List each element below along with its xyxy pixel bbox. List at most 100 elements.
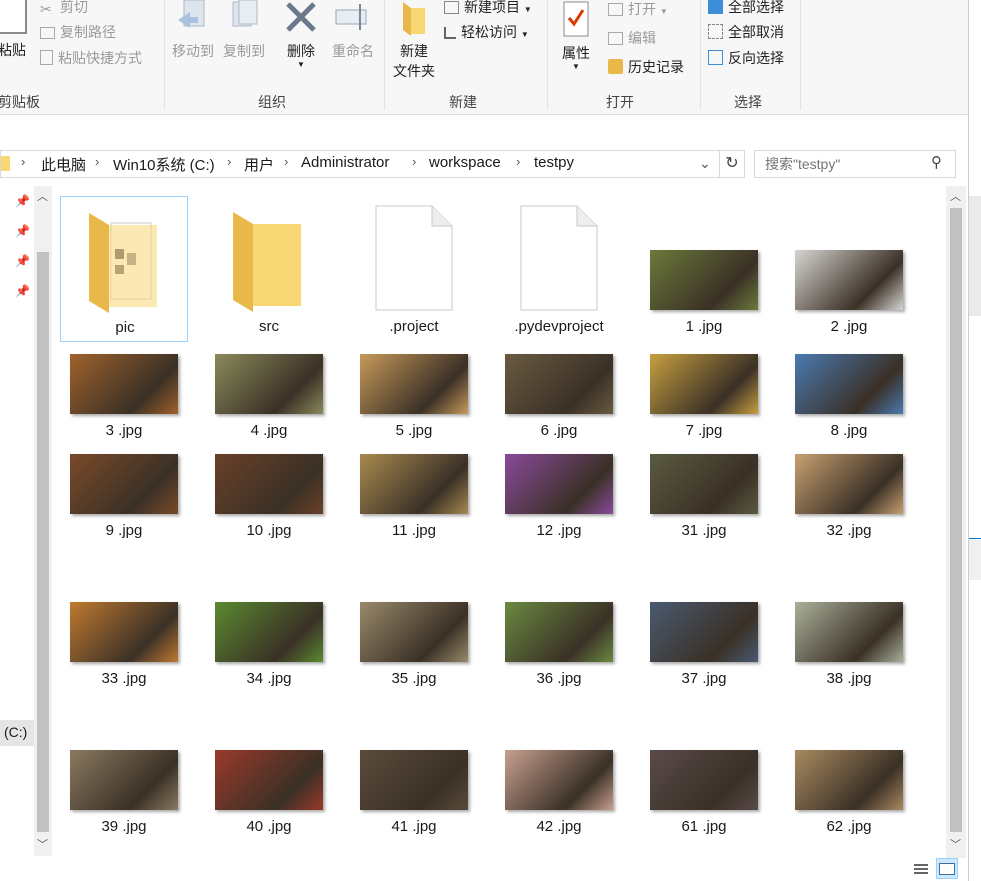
delete-button[interactable]: 删除 ▼ <box>282 0 320 69</box>
chevron-up-icon[interactable]: ︿ <box>950 188 961 204</box>
new-item-label: 新建项目 <box>464 0 520 15</box>
refresh-icon: ↻ <box>725 155 739 172</box>
file-item[interactable]: 41 .jpg <box>350 736 478 836</box>
open-label: 打开 <box>628 1 656 17</box>
folder-icon <box>1 156 10 171</box>
breadcrumb-drive[interactable]: Win10系统 (C:) <box>113 154 215 175</box>
new-folder-button[interactable]: 新建 文件夹 <box>390 0 438 81</box>
nav-scrollbar-thumb[interactable] <box>37 252 49 832</box>
file-item[interactable]: 4 .jpg <box>205 340 333 440</box>
file-item[interactable]: pic <box>60 196 188 342</box>
nav-scrollbar[interactable]: ︿ ﹀ <box>34 186 52 856</box>
move-to-label: 移动到 <box>172 43 214 59</box>
chevron-right-icon: › <box>284 154 289 169</box>
file-item[interactable]: 39 .jpg <box>60 736 188 836</box>
file-name: .project <box>389 318 439 335</box>
file-name: 5 .jpg <box>395 422 433 439</box>
file-item[interactable]: src <box>205 196 333 342</box>
invert-selection-label: 反向选择 <box>728 50 784 66</box>
breadcrumb-this-pc[interactable]: 此电脑 <box>41 154 86 175</box>
easy-access-button[interactable]: 轻松访问 ▼ <box>444 22 529 42</box>
file-name: 41 .jpg <box>391 818 437 835</box>
nav-item-drive[interactable]: (C:) <box>0 720 34 746</box>
document-icon <box>520 205 598 311</box>
file-name: 39 .jpg <box>101 818 147 835</box>
file-item[interactable]: 1 .jpg <box>640 196 768 342</box>
file-item[interactable]: 40 .jpg <box>205 736 333 836</box>
scrollbar-thumb[interactable] <box>950 208 962 832</box>
file-item[interactable]: 61 .jpg <box>640 736 768 836</box>
nav-item-drive-label: (C:) <box>4 724 28 740</box>
breadcrumb-administrator[interactable]: Administrator <box>301 154 389 171</box>
file-item[interactable]: 7 .jpg <box>640 340 768 440</box>
new-folder-label: 新建 <box>400 43 428 59</box>
file-item[interactable]: 42 .jpg <box>495 736 623 836</box>
file-item[interactable]: 31 .jpg <box>640 440 768 540</box>
invert-selection-icon <box>708 50 723 65</box>
paste-shortcut-button[interactable]: 粘贴快捷方式 <box>40 48 142 68</box>
file-item[interactable]: 32 .jpg <box>785 440 913 540</box>
history-button[interactable]: 历史记录 <box>608 57 684 77</box>
address-row: › 此电脑 › Win10系统 (C:) › 用户 › Administrato… <box>0 150 968 180</box>
select-all-icon <box>708 0 723 14</box>
file-list-scrollbar[interactable]: ︿ ﹀ <box>946 186 966 858</box>
file-item[interactable]: 62 .jpg <box>785 736 913 836</box>
large-icons-view-button[interactable] <box>936 858 958 879</box>
address-bar[interactable]: › 此电脑 › Win10系统 (C:) › 用户 › Administrato… <box>0 150 720 178</box>
close-icon <box>286 2 316 32</box>
file-item[interactable]: .project <box>350 196 478 342</box>
details-view-button[interactable] <box>912 861 930 877</box>
chevron-right-icon: › <box>21 154 26 169</box>
file-item[interactable]: 35 .jpg <box>350 588 478 688</box>
file-item[interactable]: 38 .jpg <box>785 588 913 688</box>
file-item[interactable]: 5 .jpg <box>350 340 478 440</box>
pin-icon: 📌 <box>15 224 30 238</box>
file-item[interactable]: .pydevproject <box>495 196 623 342</box>
open-button[interactable]: 打开 ▼ <box>608 0 668 19</box>
file-item[interactable]: 11 .jpg <box>350 440 478 540</box>
file-item[interactable]: 8 .jpg <box>785 340 913 440</box>
properties-button[interactable]: 属性 ▼ <box>556 0 596 71</box>
rename-button[interactable]: 重命名 <box>328 0 378 61</box>
invert-selection-button[interactable]: 反向选择 <box>708 48 784 68</box>
image-thumbnail <box>795 454 903 514</box>
refresh-button[interactable]: ↻ <box>720 150 745 178</box>
file-item[interactable]: 36 .jpg <box>495 588 623 688</box>
copy-to-icon <box>232 0 258 27</box>
breadcrumb-testpy[interactable]: testpy <box>534 154 574 171</box>
select-all-label: 全部选择 <box>728 0 784 15</box>
search-box[interactable]: ⚲ <box>754 150 956 178</box>
paste-button[interactable]: 粘贴 <box>0 0 30 60</box>
chevron-down-icon[interactable]: ﹀ <box>37 836 48 852</box>
file-item[interactable]: 6 .jpg <box>495 340 623 440</box>
copy-path-button[interactable]: 复制路径 <box>40 22 116 42</box>
file-name: 10 .jpg <box>246 522 292 539</box>
select-none-button[interactable]: 全部取消 <box>708 22 784 42</box>
copy-path-icon <box>40 27 55 39</box>
search-input[interactable] <box>763 154 927 174</box>
file-item[interactable]: 3 .jpg <box>60 340 188 440</box>
breadcrumb-users[interactable]: 用户 <box>244 154 274 175</box>
select-all-button[interactable]: 全部选择 <box>708 0 784 17</box>
chevron-down-icon[interactable]: ﹀ <box>950 836 961 852</box>
image-thumbnail <box>215 750 323 810</box>
new-item-button[interactable]: 新建项目 ▼ <box>444 0 532 17</box>
cut-button[interactable]: ✂ 剪切 <box>40 0 88 17</box>
file-item[interactable]: 37 .jpg <box>640 588 768 688</box>
chevron-down-icon[interactable]: ⌄ <box>699 155 711 172</box>
paste-label: 粘贴 <box>0 42 26 58</box>
chevron-up-icon[interactable]: ︿ <box>37 188 48 204</box>
file-item[interactable]: 9 .jpg <box>60 440 188 540</box>
file-item[interactable]: 10 .jpg <box>205 440 333 540</box>
breadcrumb-workspace[interactable]: workspace <box>429 154 501 171</box>
file-item[interactable]: 34 .jpg <box>205 588 333 688</box>
move-to-button[interactable]: 移动到 <box>170 0 216 61</box>
scissors-icon: ✂ <box>40 1 52 17</box>
file-item[interactable]: 2 .jpg <box>785 196 913 342</box>
pin-icon: 📌 <box>15 254 30 268</box>
file-name: 2 .jpg <box>830 318 868 335</box>
edit-button[interactable]: 编辑 <box>608 28 656 48</box>
file-item[interactable]: 33 .jpg <box>60 588 188 688</box>
file-item[interactable]: 12 .jpg <box>495 440 623 540</box>
copy-to-button[interactable]: 复制到 <box>221 0 267 61</box>
